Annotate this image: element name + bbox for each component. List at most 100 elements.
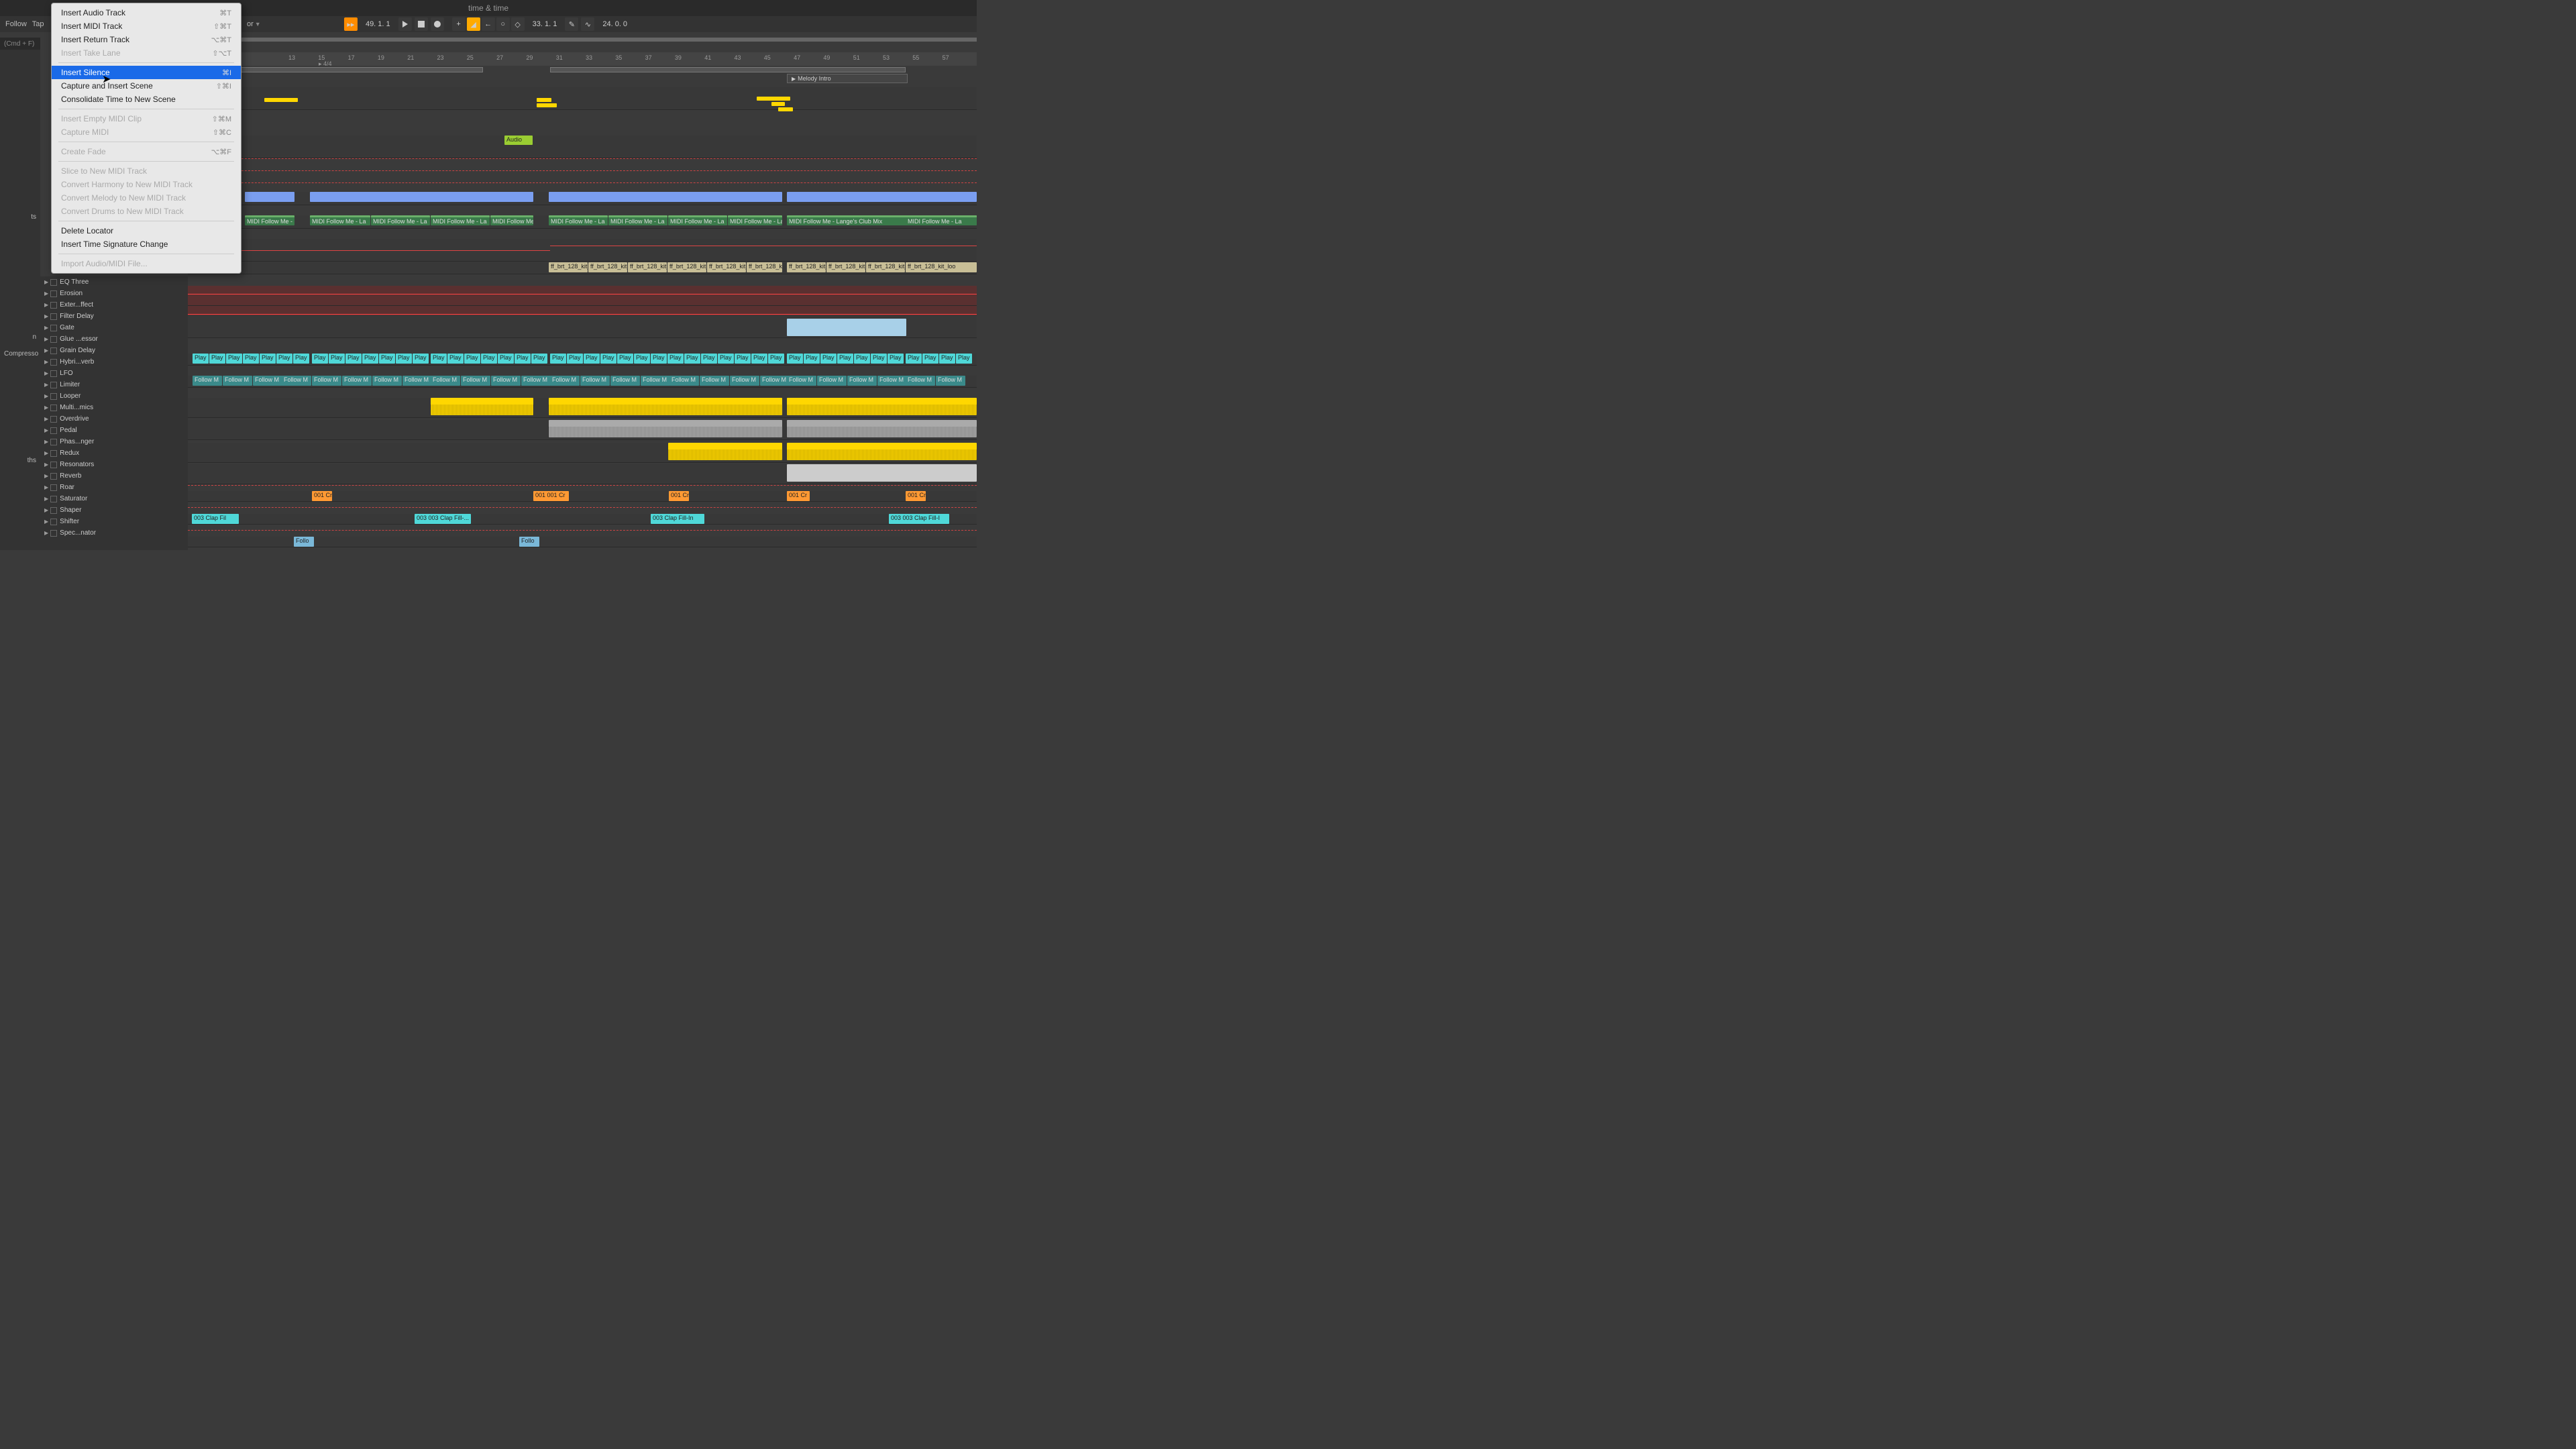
- midi-clip[interactable]: Follow M: [253, 376, 282, 386]
- track-row[interactable]: MIDI Follow Me - La MIDI Follow Me - La …: [188, 215, 977, 229]
- expand-arrow-icon[interactable]: ▶: [44, 290, 48, 297]
- midi-clip[interactable]: Play: [854, 354, 870, 364]
- device-checkbox[interactable]: [50, 484, 57, 491]
- midi-clip[interactable]: MIDI Follow Me - La: [668, 215, 727, 225]
- track-row[interactable]: 001 Cr 001 001 Cr 001 Cr 001 Cr 001 Cr: [188, 491, 977, 502]
- midi-clip[interactable]: MIDI Follow Me - La: [608, 215, 667, 225]
- clip-marker[interactable]: [778, 107, 793, 111]
- midi-clip[interactable]: Play: [751, 354, 767, 364]
- track-row[interactable]: Follo Follo: [188, 537, 977, 547]
- clip-marker[interactable]: [537, 103, 557, 107]
- track-row[interactable]: [188, 286, 977, 306]
- midi-clip[interactable]: Play: [379, 354, 395, 364]
- device-checkbox[interactable]: [50, 427, 57, 434]
- midi-clip[interactable]: Play: [956, 354, 972, 364]
- device-checkbox[interactable]: [50, 393, 57, 400]
- tap-button[interactable]: Tap: [32, 20, 44, 28]
- menu-item-insert-midi-track[interactable]: Insert MIDI Track⇧⌘T: [52, 19, 241, 33]
- midi-clip[interactable]: Play: [600, 354, 616, 364]
- audio-clip[interactable]: [787, 464, 977, 482]
- expand-arrow-icon[interactable]: ▶: [44, 462, 48, 468]
- midi-clip[interactable]: Play: [312, 354, 328, 364]
- metronome-button[interactable]: ▸▸: [344, 17, 358, 31]
- automation-arm-button[interactable]: ◢: [467, 17, 480, 31]
- audio-clip[interactable]: [245, 192, 294, 202]
- menu-item-delete-locator[interactable]: Delete Locator: [52, 224, 241, 237]
- sidebar-cat-4[interactable]: ths: [0, 454, 40, 467]
- audio-clip[interactable]: ff_brt_128_kit_loo: [787, 262, 826, 272]
- midi-clip[interactable]: Play: [396, 354, 412, 364]
- menu-item-insert-audio-track[interactable]: Insert Audio Track⌘T: [52, 6, 241, 19]
- audio-clip[interactable]: 001 Cr: [906, 491, 926, 501]
- track-row[interactable]: ff_brt_128_kit_loo ff_brt_128_kit_loo ff…: [188, 262, 977, 274]
- expand-arrow-icon[interactable]: ▶: [44, 393, 48, 399]
- midi-clip[interactable]: Follo: [294, 537, 314, 547]
- midi-clip[interactable]: Play: [413, 354, 429, 364]
- create-context-menu[interactable]: Insert Audio Track⌘TInsert MIDI Track⇧⌘T…: [51, 3, 241, 274]
- midi-clip[interactable]: Follow M: [193, 376, 222, 386]
- track-row[interactable]: [188, 420, 977, 440]
- audio-clip[interactable]: ff_brt_128_kit_loo: [667, 262, 706, 272]
- audio-clip[interactable]: [431, 398, 533, 415]
- device-checkbox[interactable]: [50, 325, 57, 331]
- midi-clip[interactable]: MIDI Follow Me - La: [371, 215, 430, 225]
- midi-clip[interactable]: Play: [329, 354, 345, 364]
- midi-clip[interactable]: Play: [939, 354, 955, 364]
- midi-clip[interactable]: Play: [515, 354, 531, 364]
- audio-clip[interactable]: 003 Clap Fill-In: [651, 514, 704, 524]
- audio-clip[interactable]: 003 Clap Fil: [192, 514, 239, 524]
- audio-clip[interactable]: [787, 398, 977, 415]
- menu-item-capture-and-insert-scene[interactable]: Capture and Insert Scene⇧⌘I: [52, 79, 241, 93]
- clip-marker[interactable]: [771, 102, 785, 106]
- midi-clip[interactable]: Follo: [519, 537, 539, 547]
- position-display-2[interactable]: 33. 1. 1: [527, 20, 563, 28]
- midi-clip[interactable]: Follow M: [431, 376, 460, 386]
- track-row[interactable]: [188, 239, 977, 262]
- browser-device-item[interactable]: ▶Spec...nator: [40, 527, 188, 539]
- menu-item-consolidate-time-to-new-scene[interactable]: Consolidate Time to New Scene: [52, 93, 241, 106]
- midi-clip[interactable]: Play: [735, 354, 751, 364]
- track-row[interactable]: [188, 398, 977, 418]
- audio-clip[interactable]: ff_brt_128_kit_loo: [826, 262, 865, 272]
- audio-clip[interactable]: ff_brt_128_kit_loo: [906, 262, 977, 272]
- stop-button[interactable]: [415, 17, 428, 31]
- expand-arrow-icon[interactable]: ▶: [44, 336, 48, 342]
- device-checkbox[interactable]: [50, 279, 57, 286]
- midi-clip[interactable]: MIDI Follow Me - La: [310, 215, 370, 225]
- device-checkbox[interactable]: [50, 450, 57, 457]
- follow-button[interactable]: Follow: [5, 20, 27, 28]
- midi-clip[interactable]: Follow M: [730, 376, 759, 386]
- midi-clip[interactable]: Play: [498, 354, 514, 364]
- track-row[interactable]: [188, 87, 977, 110]
- midi-clip[interactable]: MIDI Follow Me - La: [490, 215, 533, 225]
- menu-item-insert-silence[interactable]: Insert Silence⌘I: [52, 66, 241, 79]
- browser-device-item[interactable]: ▶Gate: [40, 322, 188, 333]
- midi-clip[interactable]: Play: [906, 354, 922, 364]
- expand-arrow-icon[interactable]: ▶: [44, 519, 48, 525]
- midi-clip[interactable]: Play: [209, 354, 225, 364]
- midi-clip[interactable]: Follow M: [669, 376, 699, 386]
- expand-arrow-icon[interactable]: ▶: [44, 313, 48, 319]
- clip-marker[interactable]: [264, 98, 298, 102]
- midi-clip[interactable]: Play: [362, 354, 378, 364]
- clip-marker[interactable]: [537, 98, 551, 102]
- audio-clip[interactable]: ff_brt_128_kit_loo: [707, 262, 746, 272]
- browser-device-item[interactable]: ▶Shaper: [40, 504, 188, 516]
- midi-clip[interactable]: Follow M: [550, 376, 580, 386]
- track-row[interactable]: Follow M Follow M Follow M Follow M Follow M…: [188, 376, 977, 388]
- audio-clip[interactable]: [668, 443, 782, 460]
- automation-mode-button[interactable]: ∿: [581, 17, 594, 31]
- midi-clip[interactable]: MIDI Follow Me - La: [728, 215, 782, 225]
- midi-clip[interactable]: Play: [701, 354, 717, 364]
- device-checkbox[interactable]: [50, 530, 57, 537]
- midi-clip[interactable]: Play: [431, 354, 447, 364]
- device-checkbox[interactable]: [50, 302, 57, 309]
- arrangement-view[interactable]: 1315171921232527293133353739414345474951…: [188, 32, 977, 550]
- midi-clip[interactable]: Follow M: [491, 376, 521, 386]
- device-checkbox[interactable]: [50, 370, 57, 377]
- midi-clip[interactable]: Play: [684, 354, 700, 364]
- midi-clip[interactable]: Follow M: [787, 376, 816, 386]
- midi-clip[interactable]: Play: [768, 354, 784, 364]
- audio-clip[interactable]: 001 Cr: [669, 491, 689, 501]
- position-display-1[interactable]: 49. 1. 1: [360, 20, 396, 28]
